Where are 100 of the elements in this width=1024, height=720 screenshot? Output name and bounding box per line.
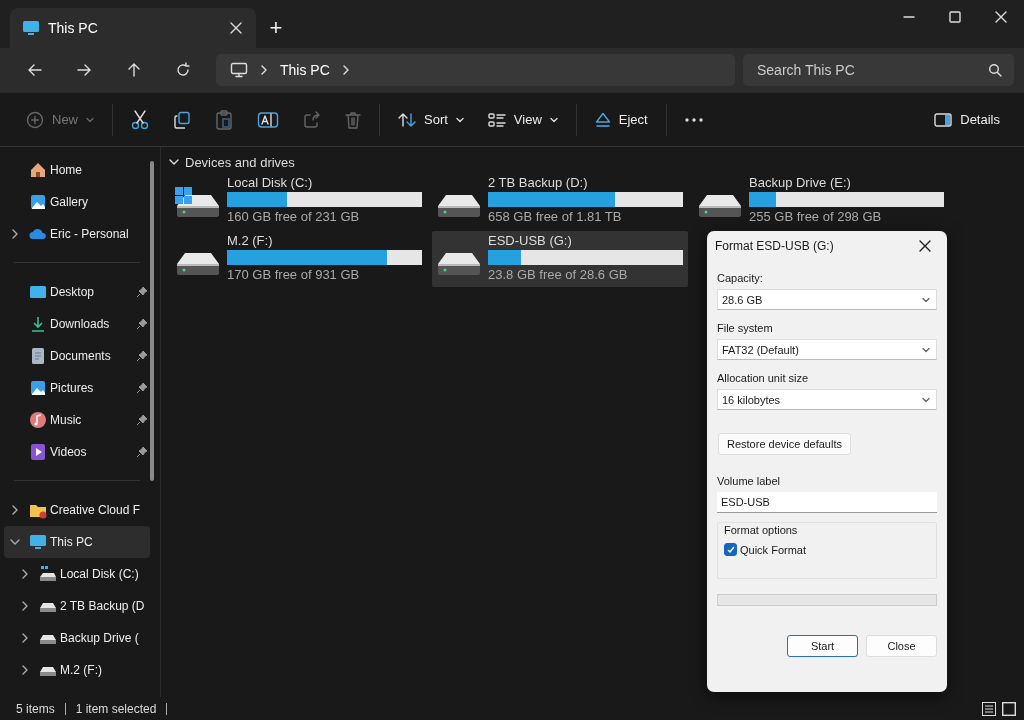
drive-name: M.2 (F:) <box>227 233 274 248</box>
free-space-text: 23.8 GB free of 28.6 GB <box>488 267 629 282</box>
video-icon <box>29 443 47 461</box>
free-space-text: 160 GB free of 231 GB <box>227 209 361 224</box>
trash-icon <box>345 110 361 129</box>
back-icon <box>26 62 43 78</box>
restore-defaults-button[interactable]: Restore device defaults <box>718 433 851 455</box>
dialog-title: Format ESD-USB (G:) <box>715 239 835 253</box>
free-space-text: 170 GB free of 931 GB <box>227 267 361 282</box>
sidebar-item[interactable]: 2 TB Backup (D <box>4 590 150 622</box>
sidebar-item[interactable]: Pictures <box>4 372 150 404</box>
refresh-icon <box>175 62 192 78</box>
forward-icon <box>76 62 93 78</box>
field-label: Capacity: <box>717 272 764 286</box>
drive-tile[interactable]: Backup Drive (E:) 255 GB free of 298 GB <box>693 173 949 229</box>
dropdown[interactable]: 28.6 GB <box>717 289 937 310</box>
download-icon <box>29 315 47 333</box>
monitor-icon <box>22 19 40 37</box>
home-icon <box>29 161 47 179</box>
status-text: 1 item selected <box>75 701 157 716</box>
field-label: Volume label <box>717 475 781 489</box>
group-title: Format options <box>724 523 799 538</box>
sidebar-item[interactable]: Gallery <box>4 186 150 218</box>
close-icon <box>919 240 931 252</box>
dropdown[interactable]: FAT32 (Default) <box>717 339 937 360</box>
list-view-icon <box>982 701 996 716</box>
sidebar-item[interactable]: Videos <box>4 436 150 468</box>
eject-icon <box>594 111 611 128</box>
field-label: Allocation unit size <box>717 372 810 386</box>
sidebar-item[interactable]: Home <box>4 154 150 186</box>
maximize-icon <box>949 11 961 23</box>
dialog-button[interactable]: Start <box>787 635 858 657</box>
field-label: File system <box>717 322 774 336</box>
eject-button[interactable]: Eject <box>584 101 658 138</box>
address-bar[interactable]: This PC <box>216 54 735 86</box>
drive-tile[interactable]: Local Disk (C:) 160 GB free of 231 GB <box>171 173 427 229</box>
monitor-icon <box>29 533 47 551</box>
music-icon <box>29 411 47 429</box>
drive-name: Local Disk (C:) <box>227 175 314 190</box>
drive-name: ESD-USB (G:) <box>488 233 573 248</box>
drive-icon <box>39 565 57 583</box>
sidebar-item[interactable]: Local Disk (C:) <box>4 558 150 590</box>
sidebar-item[interactable]: Documents <box>4 340 150 372</box>
chevron-icon <box>260 64 268 76</box>
details-pane-icon <box>934 112 953 127</box>
search-field[interactable]: Search This PC <box>742 54 1014 86</box>
drive-tile[interactable]: ESD-USB (G:) 23.8 GB free of 28.6 GB <box>432 231 688 287</box>
details-button[interactable]: Details <box>924 101 1010 138</box>
caret-icon <box>922 346 930 353</box>
breadcrumb-item[interactable]: This PC <box>280 62 330 78</box>
chevron-icon <box>341 64 350 76</box>
section-header[interactable]: Devices and drives <box>169 152 295 172</box>
scrollbar[interactable] <box>150 161 154 481</box>
sort-icon <box>398 111 416 128</box>
paste-icon <box>215 109 233 130</box>
monitor-icon <box>230 62 248 78</box>
caret-icon <box>922 296 930 303</box>
square-icon <box>1002 701 1016 716</box>
view-button[interactable]: View <box>477 101 568 138</box>
picture-icon <box>29 379 47 397</box>
share-icon <box>303 110 321 129</box>
document-icon <box>29 347 47 365</box>
input-field[interactable]: ESD-USB <box>717 492 937 513</box>
checkbox[interactable] <box>724 543 737 556</box>
sidebar-item[interactable]: Eric - Personal <box>4 218 150 250</box>
rename-icon <box>257 110 279 129</box>
status-text: 5 items <box>16 701 55 716</box>
checkbox-label[interactable]: Quick Format <box>740 543 806 556</box>
sidebar-item[interactable]: Downloads <box>4 308 150 340</box>
sidebar-item[interactable]: This PC <box>4 526 150 558</box>
close-icon <box>995 11 1007 23</box>
cut-icon <box>131 109 149 130</box>
sidebar-item[interactable]: Creative Cloud F <box>4 494 150 526</box>
copy-icon <box>173 110 191 129</box>
dropdown[interactable]: 16 kilobytes <box>717 389 937 410</box>
caret-icon <box>86 116 94 123</box>
desktop-icon <box>29 283 47 301</box>
sidebar-item[interactable]: M.2 (F:) <box>4 654 150 686</box>
caret-icon <box>455 116 464 123</box>
dialog-button[interactable]: Close <box>866 635 937 657</box>
drive-name: Backup Drive (E:) <box>749 175 852 190</box>
plus-circle-icon <box>26 110 44 129</box>
view-icon <box>487 112 506 127</box>
drive-name: 2 TB Backup (D:) <box>488 175 589 190</box>
sidebar-item[interactable]: Music <box>4 404 150 436</box>
tiles-view-button[interactable] <box>1000 699 1018 718</box>
drive-tile[interactable]: M.2 (F:) 170 GB free of 931 GB <box>171 231 427 287</box>
close-icon <box>230 22 242 34</box>
tab[interactable]: This PC <box>10 8 256 48</box>
more-icon <box>684 117 703 122</box>
sidebar-item[interactable]: Desktop <box>4 276 150 308</box>
free-space-text: 658 GB free of 1.81 TB <box>488 209 623 224</box>
new-tab-button[interactable]: + <box>256 8 296 48</box>
drive-tile[interactable]: 2 TB Backup (D:) 658 GB free of 1.81 TB <box>432 173 688 229</box>
free-space-text: 255 GB free of 298 GB <box>749 209 883 224</box>
caret-icon <box>922 396 930 403</box>
sort-button[interactable]: Sort <box>388 101 474 138</box>
details-view-button[interactable] <box>980 699 998 718</box>
sidebar-item[interactable]: Backup Drive ( <box>4 622 150 654</box>
search-icon <box>987 63 1002 77</box>
